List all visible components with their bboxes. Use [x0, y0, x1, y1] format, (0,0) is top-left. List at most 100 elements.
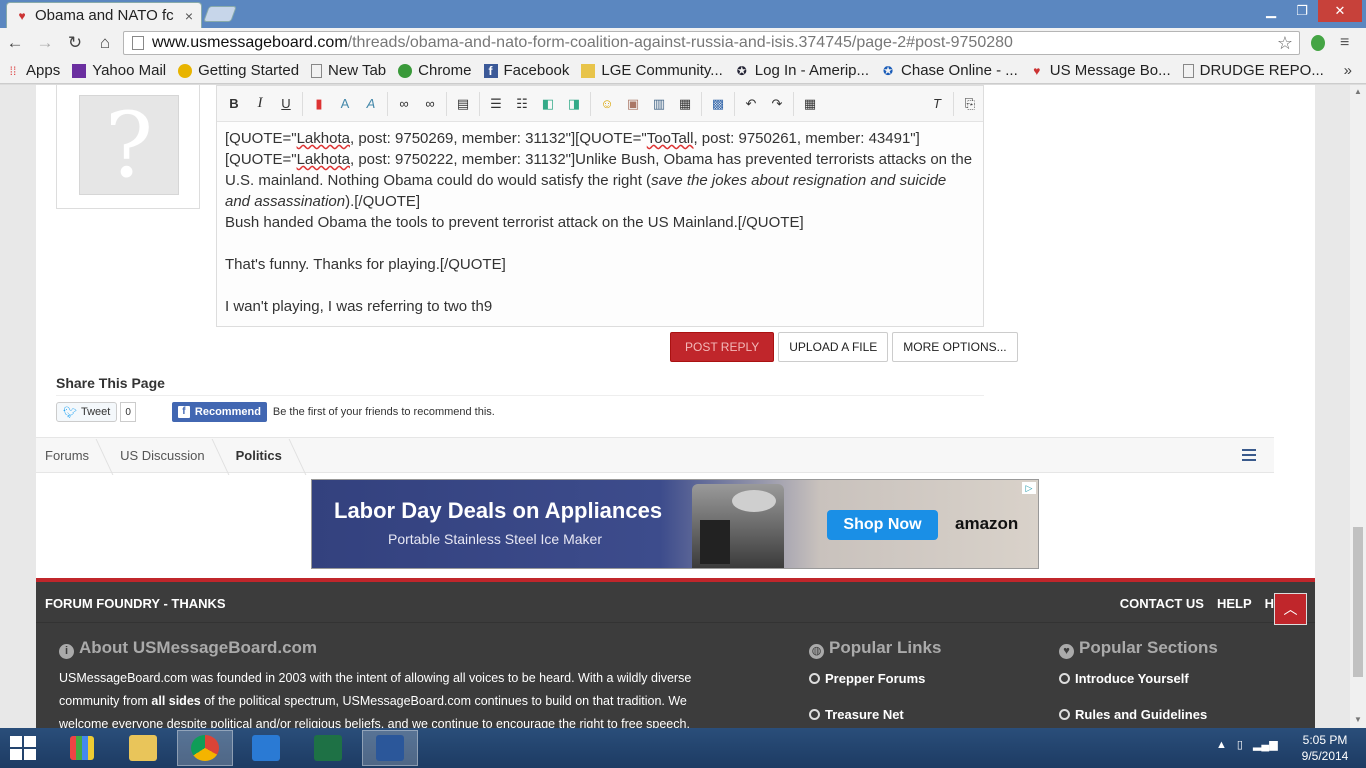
breadcrumb-politics[interactable]: Politics — [227, 448, 304, 463]
indent-icon[interactable]: ◨ — [563, 93, 585, 115]
page-icon — [1182, 63, 1194, 78]
footer-link-rules-guidelines[interactable]: Rules and Guidelines — [1059, 707, 1207, 722]
smilie-icon[interactable]: ☺ — [596, 93, 618, 115]
browser-tab[interactable]: ♥ Obama and NATO fc × — [6, 2, 202, 28]
italic-button[interactable]: I — [249, 93, 271, 115]
maximize-icon[interactable]: ❐ — [1288, 0, 1316, 22]
circle-dot-icon — [1059, 673, 1070, 684]
unlink-icon[interactable]: ∞ — [419, 93, 441, 115]
footer-link-treasure-net[interactable]: Treasure Net — [809, 707, 904, 722]
table-icon[interactable]: ▦ — [799, 93, 821, 115]
reload-icon[interactable]: ↻ — [60, 33, 90, 53]
text-color-icon[interactable]: ▮ — [308, 93, 330, 115]
bullet-list-icon[interactable]: ☰ — [485, 93, 507, 115]
advertisement-banner[interactable]: Labor Day Deals on Appliances Portable S… — [311, 479, 1039, 569]
address-bar[interactable]: www.usmessageboard.com/threads/obama-and… — [123, 31, 1300, 55]
back-to-top-button[interactable]: ︿ — [1274, 593, 1307, 625]
undo-icon[interactable]: ↶ — [740, 93, 762, 115]
bookmark-yahoo-mail[interactable]: Yahoo Mail — [72, 62, 166, 79]
forward-arrow-icon[interactable]: → — [30, 33, 60, 53]
taskbar-word[interactable] — [362, 730, 418, 766]
bookmark-apps[interactable]: ⁞⁞ Apps — [6, 62, 61, 79]
media-icon[interactable]: ▥ — [648, 93, 670, 115]
tab-close-icon[interactable]: × — [185, 8, 193, 24]
outdent-icon[interactable]: ◧ — [537, 93, 559, 115]
font-size-icon[interactable]: A — [334, 93, 356, 115]
save-draft-icon[interactable]: ▩ — [707, 93, 729, 115]
start-pane — [24, 736, 36, 747]
ad-shop-now-button[interactable]: Shop Now — [827, 510, 938, 540]
window-close-icon[interactable]: ✕ — [1318, 0, 1362, 22]
taskbar-mail[interactable] — [238, 730, 294, 766]
upload-file-button[interactable]: UPLOAD A FILE — [778, 332, 889, 362]
bookmark-facebook[interactable]: f Facebook — [483, 62, 569, 79]
battery-icon[interactable]: ▯ — [1237, 738, 1243, 751]
numbered-list-icon[interactable]: ☷ — [511, 93, 533, 115]
chrome-menu-icon[interactable]: ≡ — [1340, 34, 1349, 52]
taskbar-excel[interactable] — [300, 730, 356, 766]
toolbar-divider — [701, 91, 702, 116]
image-icon[interactable]: ▣ — [622, 93, 644, 115]
chevron-up-icon: ︿ — [1283, 601, 1298, 617]
popular-sections-heading: ♥ Popular Sections — [1059, 638, 1218, 659]
reply-editor[interactable]: B I U ▮ A A ∞ ∞ ▤ ☰ ☷ ◧ ◨ ☺ ▣ ▥ ▦ ▩ ↶ ↷ … — [216, 85, 984, 327]
more-options-button[interactable]: MORE OPTIONS... — [892, 332, 1018, 362]
bookmark-chrome[interactable]: Chrome — [398, 62, 472, 79]
bookmark-label: LGE Community... — [601, 62, 723, 79]
scroll-up-arrow-icon[interactable]: ▲ — [1354, 87, 1362, 96]
bookmarks-bar: ⁞⁞ Apps Yahoo Mail Getting Started New Ta… — [0, 58, 1366, 84]
toggle-bbcode-icon[interactable]: ⎘ — [959, 93, 981, 115]
facebook-recommend-button[interactable]: f Recommend — [171, 402, 267, 422]
bookmark-usmb[interactable]: ♥ US Message Bo... — [1030, 62, 1170, 79]
footer-help-link[interactable]: HELP — [1217, 596, 1252, 611]
bookmark-lge-community[interactable]: LGE Community... — [581, 62, 723, 79]
footer-link-introduce-yourself[interactable]: Introduce Yourself — [1059, 671, 1189, 686]
taskbar-clock[interactable]: 5:05 PM 9/5/2014 — [1294, 732, 1356, 764]
toolbar-divider — [302, 91, 303, 116]
taskbar-chrome[interactable] — [177, 730, 233, 766]
globe-icon: ◍ — [809, 644, 824, 659]
footer-contact-link[interactable]: CONTACT US — [1120, 596, 1204, 611]
minimize-icon[interactable]: ▁ — [1258, 0, 1284, 22]
font-family-icon[interactable]: A — [360, 93, 382, 115]
adchoices-icon[interactable]: ▷ — [1022, 482, 1036, 494]
extension-icon[interactable] — [1311, 35, 1325, 51]
link-icon[interactable]: ∞ — [393, 93, 415, 115]
remove-format-icon[interactable]: T — [926, 93, 948, 115]
post-reply-button[interactable]: POST REPLY — [670, 332, 775, 362]
bookmark-ameriprise[interactable]: ✪ Log In - Amerip... — [735, 62, 869, 79]
windows-start-icon[interactable] — [10, 736, 38, 762]
hamburger-menu-icon[interactable] — [1242, 449, 1256, 461]
align-icon[interactable]: ▤ — [452, 93, 474, 115]
page-scrollbar[interactable]: ▲ ▼ — [1350, 85, 1366, 728]
breadcrumb-us-discussion[interactable]: US Discussion — [111, 448, 227, 463]
scrollbar-thumb[interactable] — [1353, 527, 1363, 677]
scroll-down-arrow-icon[interactable]: ▼ — [1354, 715, 1362, 724]
signal-icon[interactable]: ▂▄▆ — [1253, 738, 1278, 751]
popular-sections-title: Popular Sections — [1079, 638, 1218, 657]
taskbar-file-explorer[interactable] — [115, 730, 171, 766]
home-icon[interactable]: ⌂ — [90, 33, 120, 53]
tray-expand-icon[interactable]: ▲ — [1216, 739, 1227, 751]
bookmark-star-icon[interactable]: ☆ — [1277, 33, 1293, 54]
bookmark-chase[interactable]: ✪ Chase Online - ... — [881, 62, 1018, 79]
redo-icon[interactable]: ↷ — [766, 93, 788, 115]
footer-brand-link[interactable]: FORUM FOUNDRY - THANKS — [45, 596, 226, 611]
ice-maker-image — [692, 484, 784, 568]
clock-date: 9/5/2014 — [1301, 749, 1349, 763]
breadcrumb-forums[interactable]: Forums — [36, 448, 111, 463]
underline-button[interactable]: U — [275, 93, 297, 115]
tweet-button[interactable]: 🐦︎ Tweet — [56, 402, 118, 422]
footer-link-prepper-forums[interactable]: Prepper Forums — [809, 671, 925, 686]
new-tab-button[interactable] — [203, 6, 237, 22]
bookmark-getting-started[interactable]: Getting Started — [178, 62, 299, 79]
insert-more-icon[interactable]: ▦ — [674, 93, 696, 115]
avatar-placeholder-icon[interactable]: ? — [79, 93, 179, 198]
bold-button[interactable]: B — [223, 93, 245, 115]
back-arrow-icon[interactable]: ← — [0, 33, 30, 53]
editor-text-area[interactable]: [QUOTE="Lakhota, post: 9750269, member: … — [217, 122, 983, 323]
taskbar-apps-grid[interactable] — [54, 730, 110, 766]
bookmark-drudge[interactable]: DRUDGE REPO... — [1182, 62, 1324, 79]
bookmark-new-tab[interactable]: New Tab — [311, 62, 386, 79]
bookmarks-overflow-icon[interactable]: » — [1344, 62, 1352, 79]
